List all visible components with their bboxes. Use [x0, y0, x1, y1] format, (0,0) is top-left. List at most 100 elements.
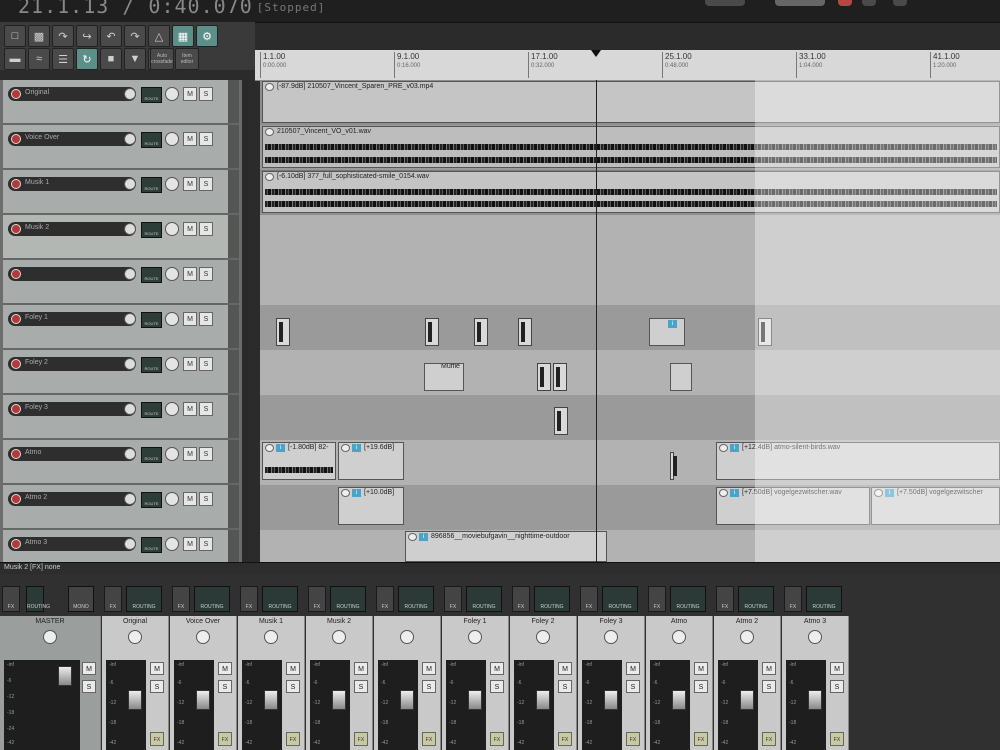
mono-button[interactable]: MONO — [68, 586, 94, 612]
pan-knob-icon[interactable] — [124, 178, 136, 190]
mute-button[interactable]: M — [558, 662, 572, 675]
route-button[interactable]: ROUTE — [141, 357, 162, 373]
pan-knob-icon[interactable] — [124, 88, 136, 100]
route-button[interactable]: ROUTE — [141, 132, 162, 148]
mute-button[interactable]: M — [183, 132, 197, 146]
record-arm-icon[interactable] — [11, 134, 21, 144]
routing-button[interactable]: ROUTING — [26, 586, 50, 612]
redo-icon[interactable]: ↷ — [124, 25, 146, 47]
media-item-foley[interactable] — [276, 318, 290, 346]
fx-insert-button[interactable]: FX — [286, 732, 300, 746]
media-item-foley[interactable] — [474, 318, 488, 346]
transport-button[interactable] — [705, 0, 745, 6]
crossfade-icon[interactable]: ▬ — [4, 48, 26, 70]
media-item-foley[interactable] — [670, 363, 692, 391]
record-arm-icon[interactable] — [11, 89, 21, 99]
volume-knob-icon[interactable] — [165, 312, 179, 326]
mute-button[interactable]: M — [183, 222, 197, 236]
media-item-foley[interactable]: i — [649, 318, 685, 346]
solo-button[interactable]: S — [199, 132, 213, 146]
track-name-field[interactable]: Atmo 2 — [8, 492, 136, 506]
fx-button[interactable]: FX — [784, 586, 802, 612]
mute-button[interactable]: M — [183, 267, 197, 281]
record-arm-icon[interactable] — [11, 449, 21, 459]
routing-button[interactable]: ROUTING — [466, 586, 502, 612]
volume-fader[interactable] — [58, 666, 72, 686]
media-item-foley[interactable] — [537, 363, 551, 391]
pan-knob-icon[interactable] — [128, 630, 142, 644]
transport-button[interactable] — [893, 0, 907, 6]
volume-fader[interactable] — [604, 690, 618, 710]
solo-button[interactable]: S — [199, 87, 213, 101]
solo-button[interactable]: S — [558, 680, 572, 693]
lock-icon[interactable]: ■ — [100, 48, 122, 70]
solo-button[interactable]: S — [199, 177, 213, 191]
track-header-voice-over[interactable]: Voice Over ROUTE M S — [3, 125, 239, 170]
pan-knob-icon[interactable] — [264, 630, 278, 644]
mixer-strip-atmo-2[interactable]: FX ROUTING Atmo 2 -inf -6 -12 -18 -42 M S FX — [714, 586, 781, 750]
track-header-atmo-2[interactable]: Atmo 2 ROUTE M S — [3, 485, 239, 530]
pan-knob-icon[interactable] — [740, 630, 754, 644]
pan-knob-icon[interactable] — [124, 403, 136, 415]
solo-button[interactable]: S — [199, 312, 213, 326]
media-item-atmo2[interactable]: i [+10.0dB] — [338, 487, 404, 525]
save-icon[interactable]: ▩ — [28, 25, 50, 47]
mute-button[interactable]: M — [183, 537, 197, 551]
routing-button[interactable]: ROUTING — [126, 586, 162, 612]
pan-knob-icon[interactable] — [124, 538, 136, 550]
routing-button[interactable]: ROUTING — [398, 586, 434, 612]
volume-knob-icon[interactable] — [165, 87, 179, 101]
pan-knob-icon[interactable] — [400, 630, 414, 644]
media-item-atmo[interactable] — [670, 452, 677, 480]
media-item-atmo[interactable]: i [+19.6dB] — [338, 442, 404, 480]
mixer-strip-master[interactable]: FX ROUTING MONO MASTER -inf -6 -12 -18 -24 -4… — [0, 586, 101, 750]
track-header-original[interactable]: Original ROUTE M S — [3, 80, 239, 125]
volume-knob-icon[interactable] — [165, 537, 179, 551]
pan-knob-icon[interactable] — [124, 223, 136, 235]
mute-button[interactable]: M — [183, 312, 197, 326]
pan-knob-icon[interactable] — [124, 313, 136, 325]
media-item-foley[interactable] — [554, 407, 568, 435]
grid-icon[interactable]: ▦ — [172, 25, 194, 47]
mute-button[interactable]: M — [626, 662, 640, 675]
auto-crossfade-button[interactable]: Auto crossfade — [150, 48, 174, 70]
time-selection[interactable] — [755, 80, 1000, 562]
route-button[interactable]: ROUTE — [141, 222, 162, 238]
mixer-strip-foley-3[interactable]: FX ROUTING Foley 3 -inf -6 -12 -18 -42 M S F… — [578, 586, 645, 750]
solo-button[interactable]: S — [490, 680, 504, 693]
mute-button[interactable]: M — [82, 662, 96, 675]
arrange-view[interactable]: [-87.9dB] 210507_Vincent_Sparen_PRE_v03.… — [260, 80, 1000, 576]
volume-fader[interactable] — [672, 690, 686, 710]
mixer-strip-unnamed[interactable]: FX ROUTING -inf -6 -12 -18 -42 M S FX — [374, 586, 441, 750]
pan-knob-icon[interactable] — [124, 493, 136, 505]
fx-insert-button[interactable]: FX — [490, 732, 504, 746]
solo-button[interactable]: S — [150, 680, 164, 693]
routing-button[interactable]: ROUTING — [194, 586, 230, 612]
record-button[interactable] — [838, 0, 852, 6]
volume-knob-icon[interactable] — [165, 132, 179, 146]
fx-insert-button[interactable]: FX — [626, 732, 640, 746]
volume-fader[interactable] — [468, 690, 482, 710]
routing-button[interactable]: ROUTING — [670, 586, 706, 612]
volume-knob-icon[interactable] — [165, 402, 179, 416]
track-name-field[interactable]: Musik 1 — [8, 177, 136, 191]
track-name-field[interactable]: Atmo — [8, 447, 136, 461]
route-button[interactable]: ROUTE — [141, 402, 162, 418]
mute-button[interactable]: M — [183, 177, 197, 191]
mute-button[interactable]: M — [183, 357, 197, 371]
solo-button[interactable]: S — [199, 357, 213, 371]
solo-button[interactable]: S — [82, 680, 96, 693]
track-name-field[interactable]: Voice Over — [8, 132, 136, 146]
mute-button[interactable]: M — [183, 87, 197, 101]
volume-knob-icon[interactable] — [165, 447, 179, 461]
mute-button[interactable]: M — [830, 662, 844, 675]
timeline-ruler[interactable]: 1.1.00 0:00.000 9.1.00 0:16.000 17.1.00 0:3… — [255, 50, 1000, 81]
fx-button[interactable]: FX — [444, 586, 462, 612]
mute-button[interactable]: M — [422, 662, 436, 675]
fx-button[interactable]: FX — [240, 586, 258, 612]
record-arm-icon[interactable] — [11, 314, 21, 324]
volume-knob-icon[interactable] — [165, 492, 179, 506]
mute-button[interactable]: M — [218, 662, 232, 675]
track-name-field[interactable]: Foley 2 — [8, 357, 136, 371]
volume-knob-icon[interactable] — [165, 222, 179, 236]
